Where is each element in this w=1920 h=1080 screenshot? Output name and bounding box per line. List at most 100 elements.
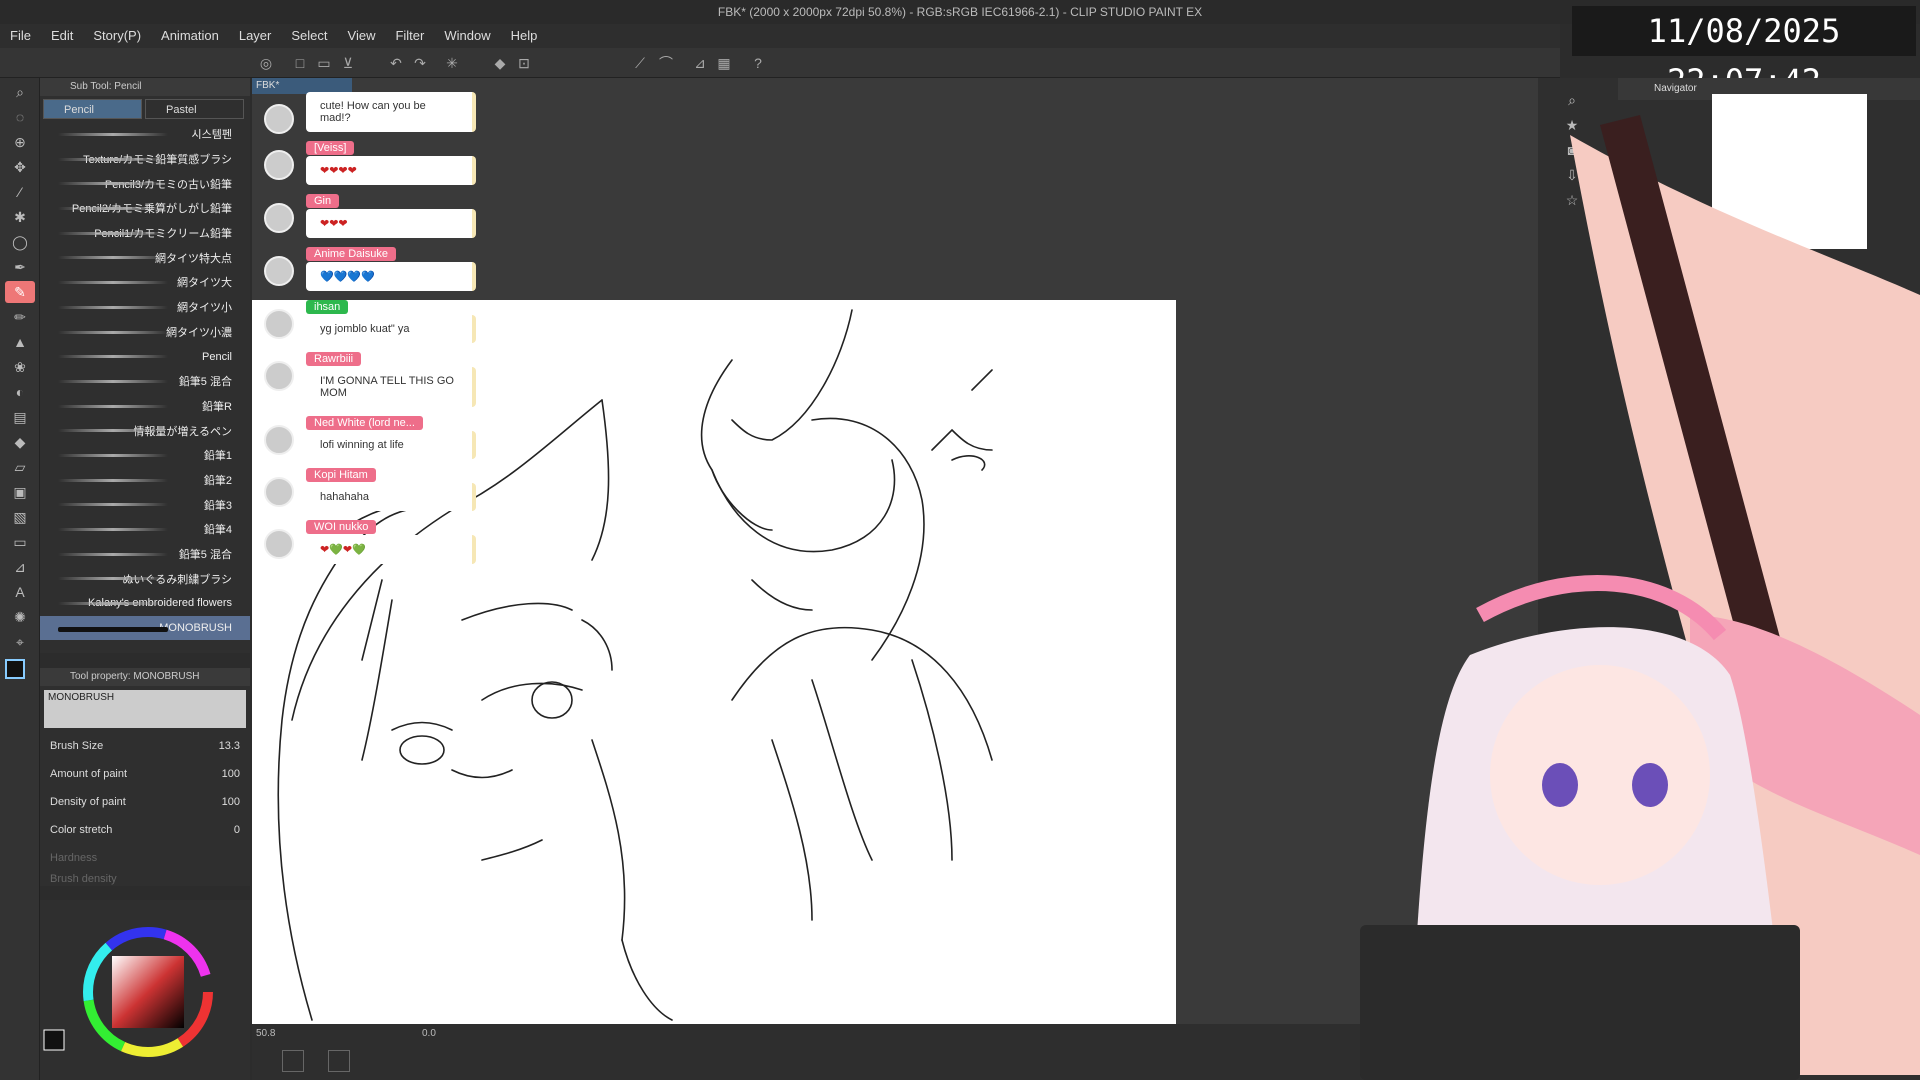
window-title: FBK* (2000 x 2000px 72dpi 50.8%) - RGB:s… [717, 5, 1203, 19]
figure-tool-icon[interactable]: ▤ [5, 406, 35, 428]
sub-tool-panel: Sub Tool: Pencil Pencil Pastel 시스템펜 Text… [40, 78, 250, 653]
chat-message: WOI nukko ❤💚❤💚 [258, 517, 478, 564]
ruler-tool-icon[interactable]: ⊿ [5, 556, 35, 578]
operation-tool-icon[interactable]: ⊕ [5, 131, 35, 153]
frame-tool-icon[interactable]: ▣ [5, 481, 35, 503]
layer-view-icon[interactable] [282, 1050, 304, 1072]
brush-item[interactable]: Pencil2/カモミ乗算がしがし鉛筆 [40, 196, 250, 221]
chat-text: I'M GONNA TELL THIS GO MOM [306, 367, 476, 407]
lasso-tool-icon[interactable]: ◌ [5, 106, 35, 128]
prop-density-of-paint[interactable]: Density of paint 100 [40, 788, 250, 816]
brush-item[interactable]: 鉛筆5 混合 [40, 369, 250, 394]
prop-value[interactable]: 100 [222, 796, 240, 808]
chat-message: Kopi Hitam hahahaha [258, 465, 478, 511]
menu-story[interactable]: Story(P) [83, 24, 151, 48]
avatar [264, 529, 294, 559]
new-file-icon[interactable]: □ [290, 53, 310, 73]
eyedropper-tool-icon[interactable]: ⁄ [5, 181, 35, 203]
brush-item[interactable]: 網タイツ小 [40, 295, 250, 320]
brush-tool-icon[interactable]: ✏ [5, 306, 35, 328]
undo-icon[interactable]: ↶ [386, 53, 406, 73]
brush-item[interactable]: ぬいぐるみ刺繍ブラシ [40, 566, 250, 591]
balloon-tool-icon[interactable]: ⌖ [5, 631, 35, 653]
brush-item-active[interactable]: MONOBRUSH [40, 615, 250, 641]
brush-item[interactable]: 鉛筆2 [40, 468, 250, 493]
chat-text: 💙💙💙💙 [306, 262, 476, 291]
brush-item[interactable]: 網タイツ特大点 [40, 245, 250, 270]
prop-hardness: Hardness [40, 844, 250, 872]
pen-tool-icon[interactable]: ✒ [5, 256, 35, 278]
prop-color-stretch[interactable]: Color stretch 0 [40, 816, 250, 844]
clear-icon[interactable]: ✳ [442, 53, 462, 73]
decoration-tool-icon[interactable]: ❀ [5, 356, 35, 378]
brush-item[interactable]: 鉛筆5 混合 [40, 542, 250, 567]
menu-select[interactable]: Select [281, 24, 337, 48]
gradient-tool-icon[interactable]: ▧ [5, 506, 35, 528]
brush-item[interactable]: 鉛筆1 [40, 443, 250, 468]
main-color-swatch[interactable] [5, 659, 25, 679]
text-tool-icon[interactable]: A [5, 581, 35, 603]
open-icon[interactable]: ▭ [314, 53, 334, 73]
menu-layer[interactable]: Layer [229, 24, 282, 48]
tab-pastel[interactable]: Pastel [145, 99, 244, 119]
prop-value[interactable]: 0 [234, 824, 240, 836]
menu-filter[interactable]: Filter [385, 24, 434, 48]
menu-help[interactable]: Help [501, 24, 548, 48]
chat-text: ❤❤❤ [306, 209, 476, 238]
brush-item[interactable]: 鉛筆4 [40, 517, 250, 542]
menu-animation[interactable]: Animation [151, 24, 229, 48]
snap-toggle-icon[interactable]: ▦ [714, 53, 734, 73]
brush-item[interactable]: Kalany's embroidered flowers [40, 591, 250, 616]
correct-line-tool-icon[interactable]: ✺ [5, 606, 35, 628]
brush-item[interactable]: Pencil3/カモミの古い鉛筆 [40, 171, 250, 196]
fill-icon[interactable]: ◆ [490, 53, 510, 73]
menu-view[interactable]: View [338, 24, 386, 48]
brush-item[interactable]: 情報量が増えるペン [40, 418, 250, 443]
brush-item[interactable]: Pencil [40, 344, 250, 369]
brush-item[interactable]: Pencil1/カモミクリーム鉛筆 [40, 221, 250, 246]
shape-tool-icon[interactable]: ▭ [5, 531, 35, 553]
airbrush-tool-icon[interactable]: ▲ [5, 331, 35, 353]
magic-wand-tool-icon[interactable]: ✱ [5, 206, 35, 228]
tab-pencil[interactable]: Pencil [43, 99, 142, 119]
chat-message: cute! How can you be mad!? [258, 92, 478, 134]
menu-file[interactable]: File [0, 24, 41, 48]
snap-grid-icon[interactable]: ⊿ [690, 53, 710, 73]
brush-item[interactable]: 網タイツ小濃 [40, 320, 250, 345]
eraser-tool-icon[interactable]: ▱ [5, 456, 35, 478]
sub-tool-header: Sub Tool: Pencil [40, 78, 250, 96]
brush-preview: MONOBRUSH [44, 690, 246, 728]
prop-brush-size[interactable]: Brush Size 13.3 [40, 732, 250, 760]
chat-message: Gin ❤❤❤ [258, 191, 478, 238]
brush-item[interactable]: 鉛筆R [40, 394, 250, 419]
prop-label: Density of paint [50, 796, 126, 808]
menu-edit[interactable]: Edit [41, 24, 83, 48]
redo-icon[interactable]: ↷ [410, 53, 430, 73]
move-tool-icon[interactable]: ✥ [5, 156, 35, 178]
zoom-tool-icon[interactable]: ⌕ [5, 81, 35, 103]
prop-value[interactable]: 100 [222, 768, 240, 780]
snap-curve-icon[interactable]: ⌒ [656, 53, 676, 73]
transform-icon[interactable]: ⊡ [514, 53, 534, 73]
menu-window[interactable]: Window [434, 24, 500, 48]
select-tool-icon[interactable]: ◯ [5, 231, 35, 253]
menu-bar: File Edit Story(P) Animation Layer Selec… [0, 24, 1560, 48]
angle-readout[interactable]: 0.0 [422, 1028, 436, 1039]
brush-item[interactable]: Texture/カモミ鉛筆質感ブラシ [40, 147, 250, 172]
blend-tool-icon[interactable]: ◐ [5, 381, 35, 403]
brush-item[interactable]: 網タイツ大 [40, 270, 250, 295]
fill-tool-icon[interactable]: ◆ [5, 431, 35, 453]
clip-studio-icon[interactable]: ◎ [256, 53, 276, 73]
help-icon[interactable]: ? [748, 53, 768, 73]
grid-view-icon[interactable] [328, 1050, 350, 1072]
save-icon[interactable]: ⊻ [338, 53, 358, 73]
prop-amount-of-paint[interactable]: Amount of paint 100 [40, 760, 250, 788]
pencil-tool-icon[interactable]: ✎ [5, 281, 35, 303]
brush-item[interactable]: 鉛筆3 [40, 492, 250, 517]
prop-value[interactable]: 13.3 [219, 740, 240, 752]
brush-item[interactable]: 시스템펜 [40, 122, 250, 147]
color-wheel[interactable] [40, 900, 250, 1070]
snap-ruler-icon[interactable]: ⟋ [630, 53, 650, 73]
avatar [264, 361, 294, 391]
zoom-readout[interactable]: 50.8 [256, 1028, 275, 1039]
